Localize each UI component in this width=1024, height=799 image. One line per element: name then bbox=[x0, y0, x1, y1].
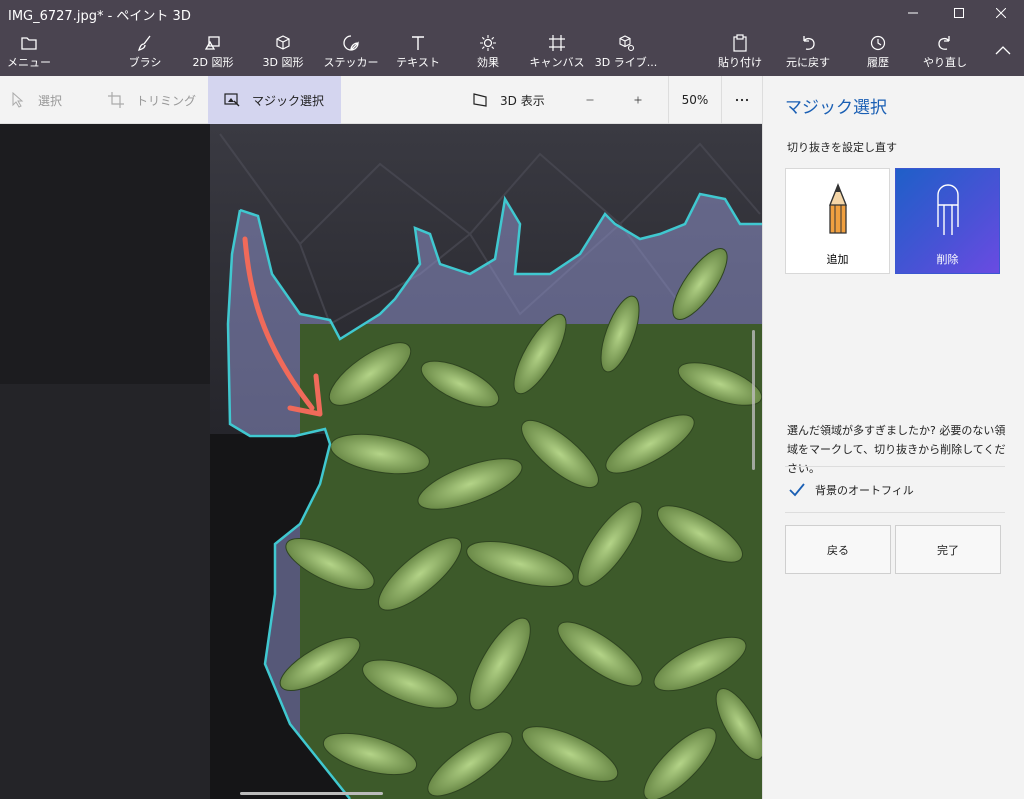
clipboard-icon bbox=[733, 34, 747, 52]
maximize-icon bbox=[954, 8, 964, 18]
minimize-button[interactable] bbox=[890, 0, 936, 26]
checkmark-icon bbox=[789, 483, 805, 497]
folder-icon bbox=[21, 37, 37, 50]
add-button[interactable]: 追加 bbox=[785, 168, 890, 274]
panel-title: マジック選択 bbox=[785, 98, 887, 118]
cube-icon bbox=[276, 35, 290, 50]
crop-icon bbox=[108, 92, 124, 108]
divider bbox=[785, 512, 1005, 513]
chevron-up-icon bbox=[995, 46, 1011, 55]
magic-select-icon bbox=[224, 93, 240, 107]
window-title: IMG_6727.jpg* - ペイント 3D bbox=[8, 9, 191, 24]
cursor-icon bbox=[12, 92, 24, 108]
horizontal-scrollbar[interactable] bbox=[240, 792, 383, 795]
image-canvas[interactable] bbox=[0, 124, 762, 799]
remove-button[interactable]: 削除 bbox=[895, 168, 1000, 274]
magic-select-tool-button[interactable]: マジック選択 bbox=[208, 76, 341, 124]
sun-icon bbox=[480, 35, 496, 51]
more-options-button[interactable] bbox=[722, 76, 762, 124]
undo-button[interactable]: 元に戻す bbox=[782, 26, 834, 76]
back-button[interactable]: 戻る bbox=[785, 525, 891, 574]
library-3d-icon bbox=[619, 35, 635, 52]
minus-icon bbox=[586, 99, 594, 101]
remove-description: 選んだ領域が多すぎましたか? 必要のない領域をマークして、切り抜きから削除してく… bbox=[787, 424, 1006, 475]
sticker-icon bbox=[343, 35, 359, 51]
menu-button[interactable]: メニュー bbox=[7, 26, 51, 76]
maximize-button[interactable] bbox=[936, 0, 982, 26]
collapse-ribbon-button[interactable] bbox=[990, 26, 1016, 76]
autofill-checkbox[interactable]: 背景のオートフィル bbox=[787, 478, 914, 502]
redo-icon bbox=[938, 36, 950, 50]
zoom-in-button[interactable] bbox=[634, 76, 654, 124]
title-bar: IMG_6727.jpg* - ペイント 3D bbox=[0, 0, 1024, 26]
vertical-scrollbar[interactable] bbox=[752, 330, 755, 470]
refine-heading: 切り抜きを設定し直す bbox=[787, 141, 897, 154]
eraser-icon bbox=[937, 184, 959, 235]
paint3d-window: IMG_6727.jpg* - ペイント 3D メニュー ブラシ 2D 図形 3… bbox=[0, 0, 1024, 799]
close-button[interactable] bbox=[978, 0, 1024, 26]
text-button[interactable]: テキスト bbox=[396, 26, 440, 76]
brush-button[interactable]: ブラシ bbox=[126, 26, 164, 76]
history-icon bbox=[870, 35, 886, 51]
canvas-button[interactable]: キャンバス bbox=[530, 26, 585, 76]
library-3d-button[interactable]: 3D ライブ... bbox=[595, 26, 657, 76]
history-button[interactable]: 履歴 bbox=[858, 26, 898, 76]
magic-select-panel: マジック選択 切り抜きを設定し直す 追加 削除 選んだ領域が多すぎましたか? 必… bbox=[762, 76, 1024, 799]
effects-button[interactable]: 効果 bbox=[470, 26, 506, 76]
done-button[interactable]: 完了 bbox=[895, 525, 1001, 574]
stickers-button[interactable]: ステッカー bbox=[324, 26, 379, 76]
canvas-icon bbox=[549, 35, 565, 51]
close-icon bbox=[996, 8, 1006, 18]
view-3d-button[interactable]: 3D 表示 bbox=[472, 76, 562, 124]
photo-view bbox=[0, 124, 762, 799]
shapes-2d-button[interactable]: 2D 図形 bbox=[188, 26, 238, 76]
zoom-level[interactable]: 50% bbox=[668, 76, 722, 124]
view-3d-icon bbox=[473, 93, 487, 107]
text-icon bbox=[412, 36, 424, 50]
select-tool-button[interactable]: 選択 bbox=[10, 76, 88, 124]
brush-icon bbox=[137, 35, 151, 52]
minimize-icon bbox=[908, 12, 918, 14]
selection-toolbar: 選択 トリミング マジック選択 3D 表示 50% bbox=[0, 76, 762, 124]
shapes-2d-icon bbox=[204, 36, 220, 50]
plus-icon bbox=[634, 96, 642, 104]
shapes-3d-button[interactable]: 3D 図形 bbox=[258, 26, 308, 76]
redo-button[interactable]: やり直し bbox=[922, 26, 968, 76]
undo-icon bbox=[803, 36, 815, 50]
pencil-icon bbox=[829, 183, 847, 234]
main-ribbon: メニュー ブラシ 2D 図形 3D 図形 ステッカー テキスト 効果 キャンバス… bbox=[0, 26, 1024, 76]
paste-button[interactable]: 貼り付け bbox=[716, 26, 764, 76]
ellipsis-icon bbox=[735, 98, 749, 102]
divider bbox=[785, 466, 1005, 467]
crop-tool-button[interactable]: トリミング bbox=[108, 76, 204, 124]
zoom-out-button[interactable] bbox=[586, 76, 606, 124]
